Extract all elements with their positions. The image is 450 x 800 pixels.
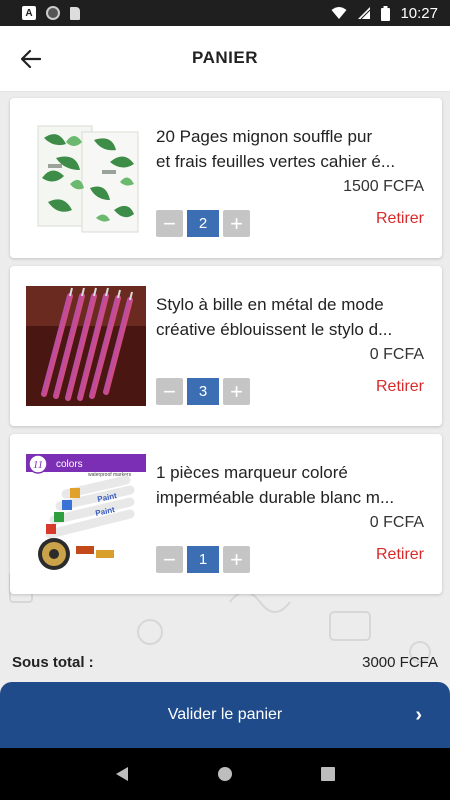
signal-icon <box>358 7 371 20</box>
cart-content: 20 Pages mignon souffle pur et frais feu… <box>0 92 450 680</box>
item-price: 0 FCFA <box>369 514 424 531</box>
product-image-pens <box>26 286 146 406</box>
increase-quantity-button[interactable]: + <box>223 546 250 573</box>
system-nav-bar <box>0 748 450 800</box>
status-icons-right: 10:27 <box>331 5 438 22</box>
decrease-quantity-button[interactable]: − <box>156 378 183 405</box>
cart-item: 11 colors waterproof markers Paint Paint <box>10 434 442 594</box>
chevron-right-icon: › <box>415 704 422 726</box>
cart-item: 20 Pages mignon souffle pur et frais feu… <box>10 98 442 258</box>
item-name-line2: créative éblouissent le stylo d... <box>156 320 393 339</box>
app-notification-icon: A <box>22 6 36 20</box>
subtotal-label: Sous total : <box>12 653 94 671</box>
item-name-line2: et frais feuilles vertes cahier é... <box>156 152 396 171</box>
sd-card-icon <box>70 6 80 20</box>
decrease-quantity-button[interactable]: − <box>156 210 183 237</box>
decrease-quantity-button[interactable]: − <box>156 546 183 573</box>
square-recents-icon <box>321 767 336 781</box>
wifi-icon <box>331 7 347 19</box>
status-bar: A 10:27 <box>0 0 450 26</box>
subtotal-value: 3000 FCFA <box>362 653 438 671</box>
nav-recents-button[interactable] <box>316 762 340 786</box>
status-icons-left: A <box>22 6 80 20</box>
quantity-value: 1 <box>187 546 219 573</box>
remove-item-button[interactable]: Retirer <box>376 210 424 228</box>
item-name-line1: 20 Pages mignon souffle pur <box>156 127 373 146</box>
app-header: PANIER <box>0 26 450 92</box>
item-price: 1500 FCFA <box>343 178 424 195</box>
item-name-line1: Stylo à bille en métal de mode <box>156 295 384 314</box>
image-count-text: 11 <box>33 459 43 471</box>
item-name[interactable]: 20 Pages mignon souffle pur et frais feu… <box>156 124 432 174</box>
remove-item-button[interactable]: Retirer <box>376 378 424 396</box>
item-name[interactable]: 1 pièces marqueur coloré imperméable dur… <box>156 460 432 510</box>
validate-cart-label: Valider le panier <box>167 706 283 723</box>
cart-item: Stylo à bille en métal de mode créative … <box>10 266 442 426</box>
item-name-line1: 1 pièces marqueur coloré <box>156 463 348 482</box>
quantity-stepper: − 3 + <box>156 378 250 405</box>
quantity-stepper: − 2 + <box>156 210 250 237</box>
validate-cart-button[interactable]: Valider le panier › <box>0 682 450 748</box>
product-image-markers: 11 colors waterproof markers Paint Paint <box>26 454 146 574</box>
quantity-stepper: − 1 + <box>156 546 250 573</box>
item-price: 0 FCFA <box>369 346 424 363</box>
page-title: PANIER <box>192 48 258 67</box>
item-name-line2: imperméable durable blanc m... <box>156 488 395 507</box>
quantity-value: 3 <box>187 378 219 405</box>
nav-home-button[interactable] <box>213 762 237 786</box>
clock: 10:27 <box>400 4 438 22</box>
increase-quantity-button[interactable]: + <box>223 210 250 237</box>
sync-icon <box>46 6 60 20</box>
product-image-notebook <box>26 118 146 238</box>
battery-icon <box>381 5 391 21</box>
nav-back-button[interactable] <box>110 762 134 786</box>
circle-home-icon <box>217 767 232 781</box>
image-colors-text: colors <box>56 459 83 470</box>
triangle-back-icon <box>115 767 128 781</box>
item-name[interactable]: Stylo à bille en métal de mode créative … <box>156 292 432 342</box>
increase-quantity-button[interactable]: + <box>223 378 250 405</box>
subtotal-row: Sous total : 3000 FCFA <box>0 644 450 680</box>
quantity-value: 2 <box>187 210 219 237</box>
remove-item-button[interactable]: Retirer <box>376 546 424 564</box>
